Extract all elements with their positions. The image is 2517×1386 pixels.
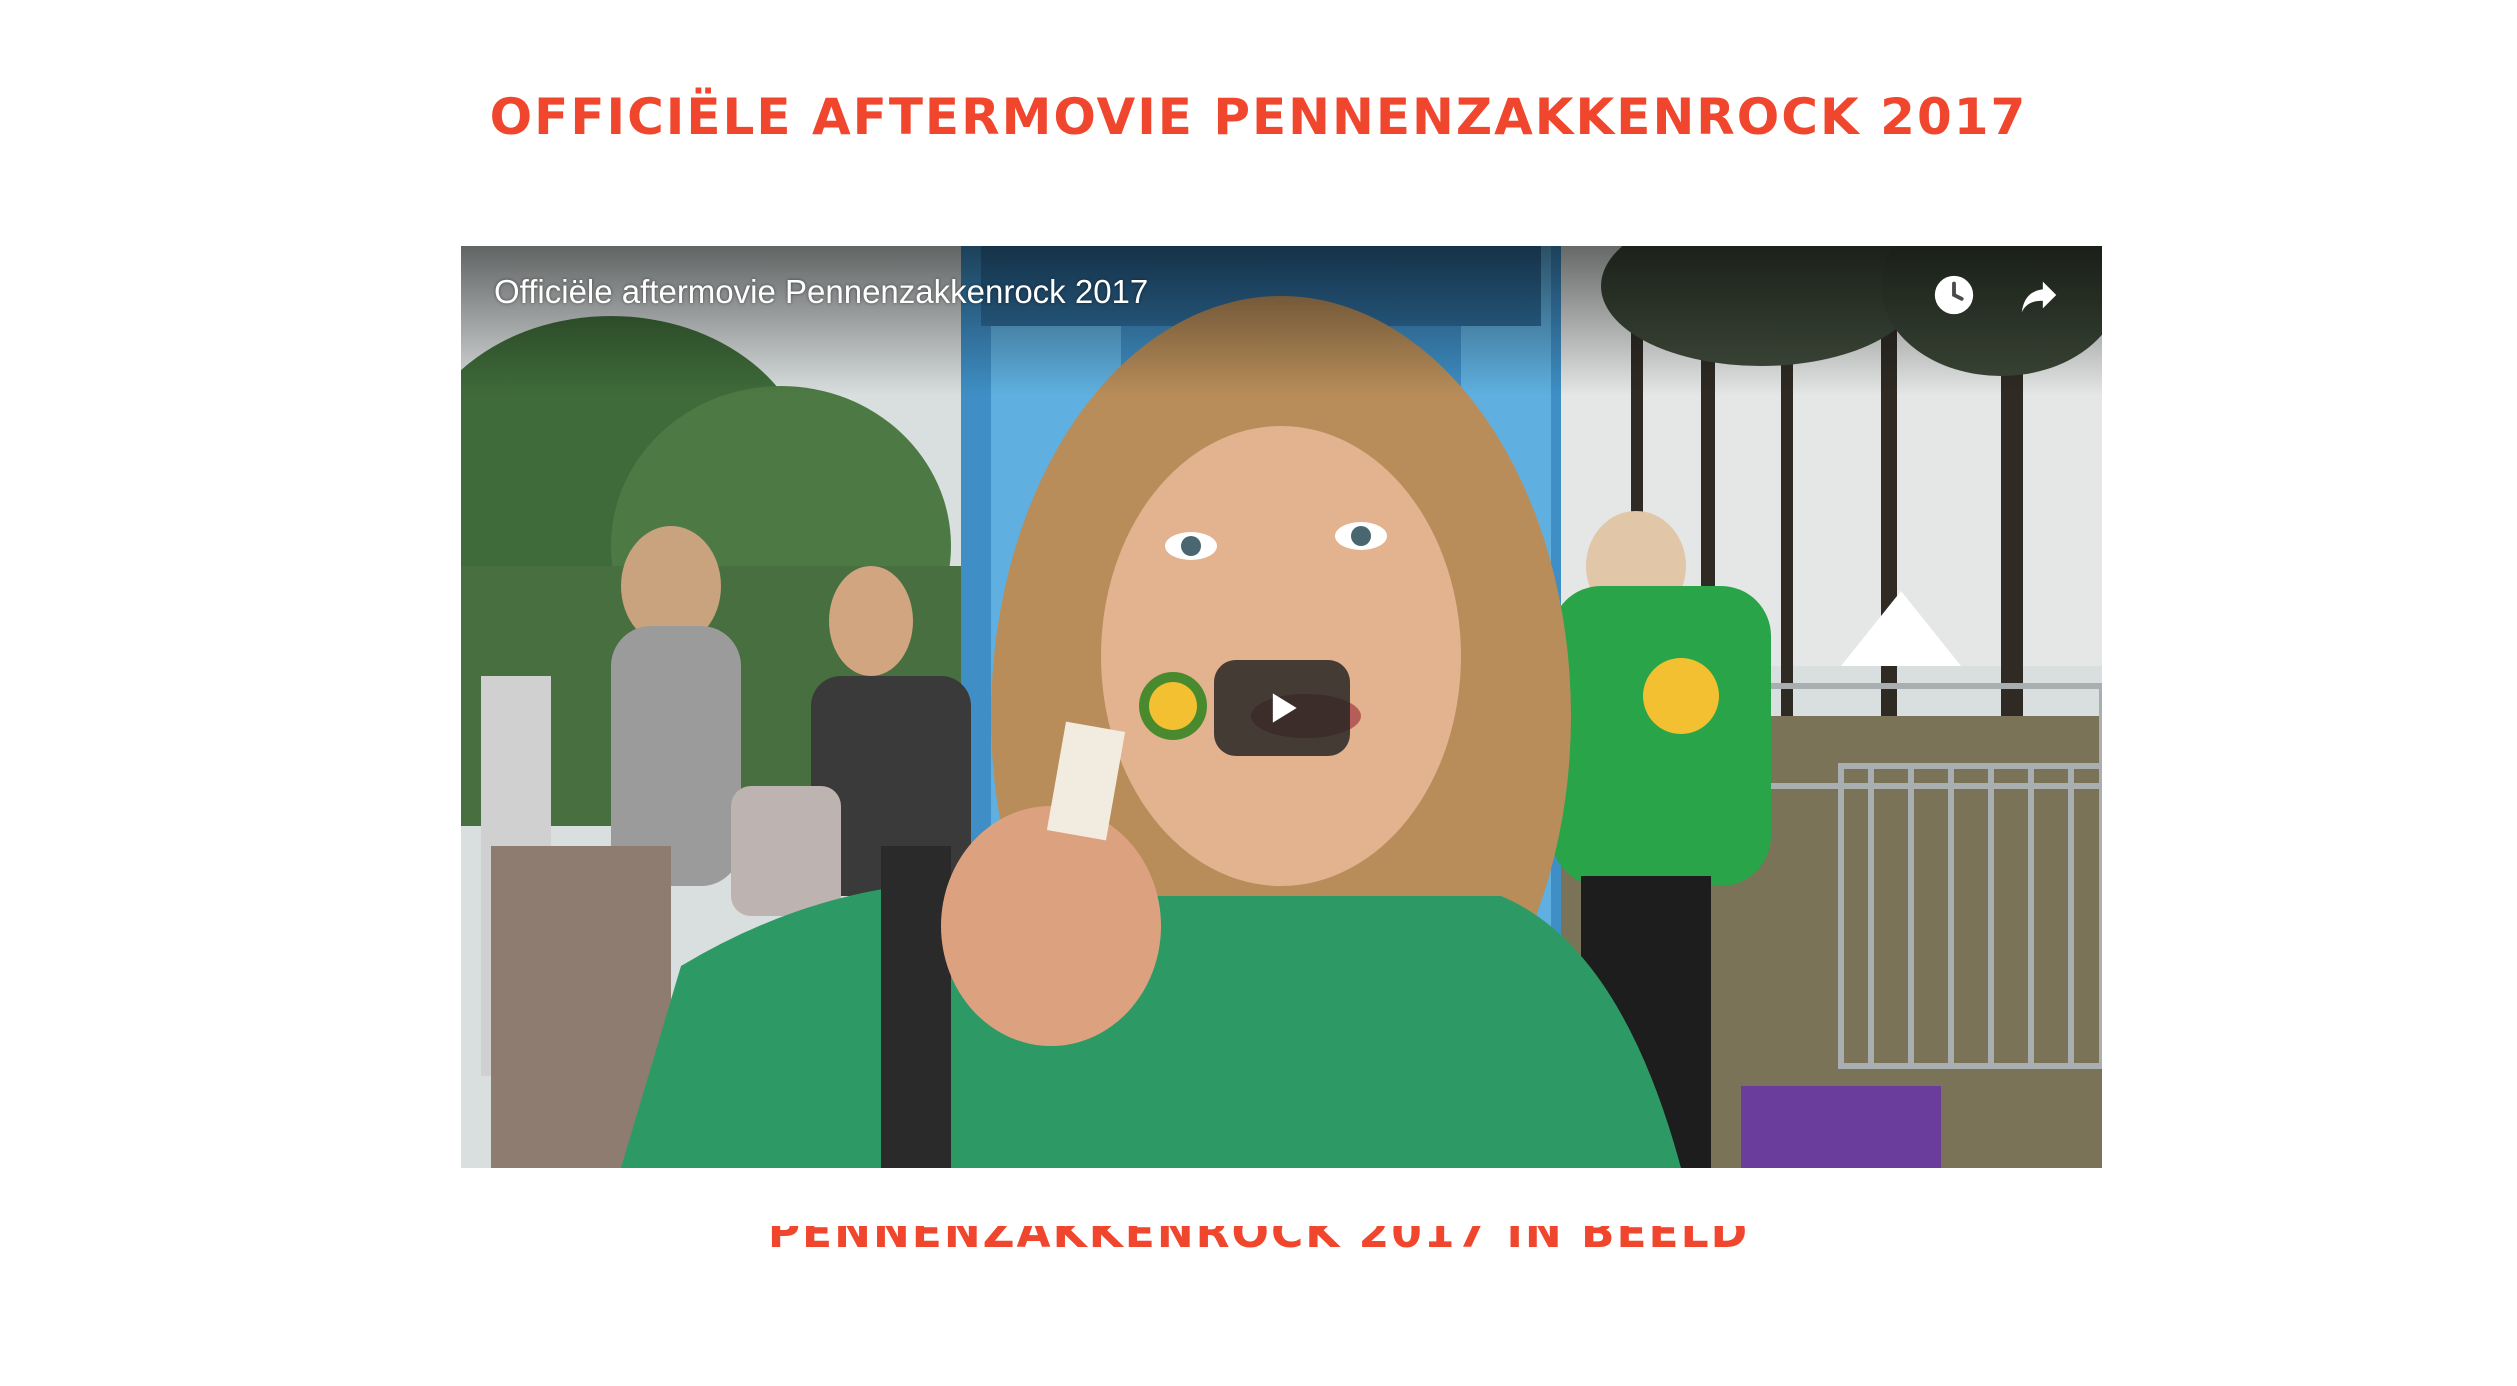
share-arrow-icon: [2021, 281, 2057, 313]
watch-later-button[interactable]: [1927, 268, 1981, 322]
section-heading-text: Pennenzakkenrock 2017 in beeld: [767, 1226, 1750, 1258]
video-header-overlay: [461, 246, 2102, 396]
page-title: Officiële aftermovie Pennenzakkenrock 20…: [489, 88, 2028, 146]
clock-icon: [1934, 275, 1974, 315]
video-player[interactable]: Officiële aftermovie Pennenzakkenrock 20…: [461, 246, 2102, 1168]
play-button[interactable]: [1214, 660, 1350, 756]
section-heading: Pennenzakkenrock 2017 in beeld: [0, 1226, 2517, 1280]
play-icon: [1272, 693, 1297, 723]
share-button[interactable]: [2012, 268, 2066, 322]
video-title[interactable]: Officiële aftermovie Pennenzakkenrock 20…: [494, 272, 1148, 312]
